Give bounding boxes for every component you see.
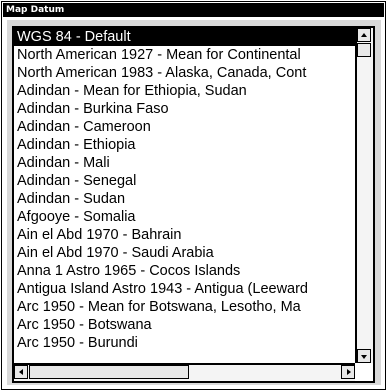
datum-list-item[interactable]: Arc 1950 - Mean for Botswana, Lesotho, M…: [14, 298, 355, 316]
datum-listbox[interactable]: WGS 84 - Default North American 1927 - Me…: [12, 26, 375, 383]
datum-list-item[interactable]: Adindan - Senegal: [14, 172, 355, 190]
datum-list-item[interactable]: Arc 1950 - Burundi: [14, 334, 355, 352]
datum-list-item[interactable]: Adindan - Ethiopia: [14, 136, 355, 154]
map-datum-window: Map Datum WGS 84 - Default North American…: [1, 1, 386, 390]
datum-list-item[interactable]: Adindan - Sudan: [14, 190, 355, 208]
dialog-panel: WGS 84 - Default North American 1927 - Me…: [7, 20, 381, 385]
horizontal-scrollbar[interactable]: [14, 363, 355, 381]
vertical-scrollbar[interactable]: [355, 28, 373, 363]
datum-list-item[interactable]: Adindan - Cameroon: [14, 118, 355, 136]
scrollbar-corner: [355, 363, 373, 381]
datum-list-item[interactable]: Adindan - Mean for Ethiopia, Sudan: [14, 82, 355, 100]
datum-list[interactable]: WGS 84 - Default North American 1927 - Me…: [14, 28, 355, 363]
datum-list-item[interactable]: Ain el Abd 1970 - Saudi Arabia: [14, 244, 355, 262]
datum-list-item[interactable]: North American 1983 - Alaska, Canada, Co…: [14, 64, 355, 82]
datum-list-item[interactable]: North American 1927 - Mean for Continent…: [14, 46, 355, 64]
arrow-right-icon[interactable]: [341, 365, 355, 379]
window-title: Map Datum: [3, 3, 384, 17]
datum-list-item[interactable]: Anna 1 Astro 1965 - Cocos Islands: [14, 262, 355, 280]
datum-list-item[interactable]: Afgooye - Somalia: [14, 208, 355, 226]
datum-list-item[interactable]: Antigua Island Astro 1943 - Antigua (Lee…: [14, 280, 355, 298]
datum-list-item[interactable]: Adindan - Mali: [14, 154, 355, 172]
arrow-up-icon[interactable]: [357, 28, 371, 42]
arrow-left-icon[interactable]: [14, 365, 28, 379]
datum-list-item[interactable]: Arc 1950 - Botswana: [14, 316, 355, 334]
horizontal-scroll-thumb[interactable]: [29, 365, 189, 379]
arrow-down-icon[interactable]: [357, 349, 371, 363]
vertical-scroll-thumb[interactable]: [357, 43, 371, 57]
datum-list-item[interactable]: WGS 84 - Default: [14, 28, 355, 46]
datum-list-item[interactable]: Adindan - Burkina Faso: [14, 100, 355, 118]
datum-list-item[interactable]: Ain el Abd 1970 - Bahrain: [14, 226, 355, 244]
